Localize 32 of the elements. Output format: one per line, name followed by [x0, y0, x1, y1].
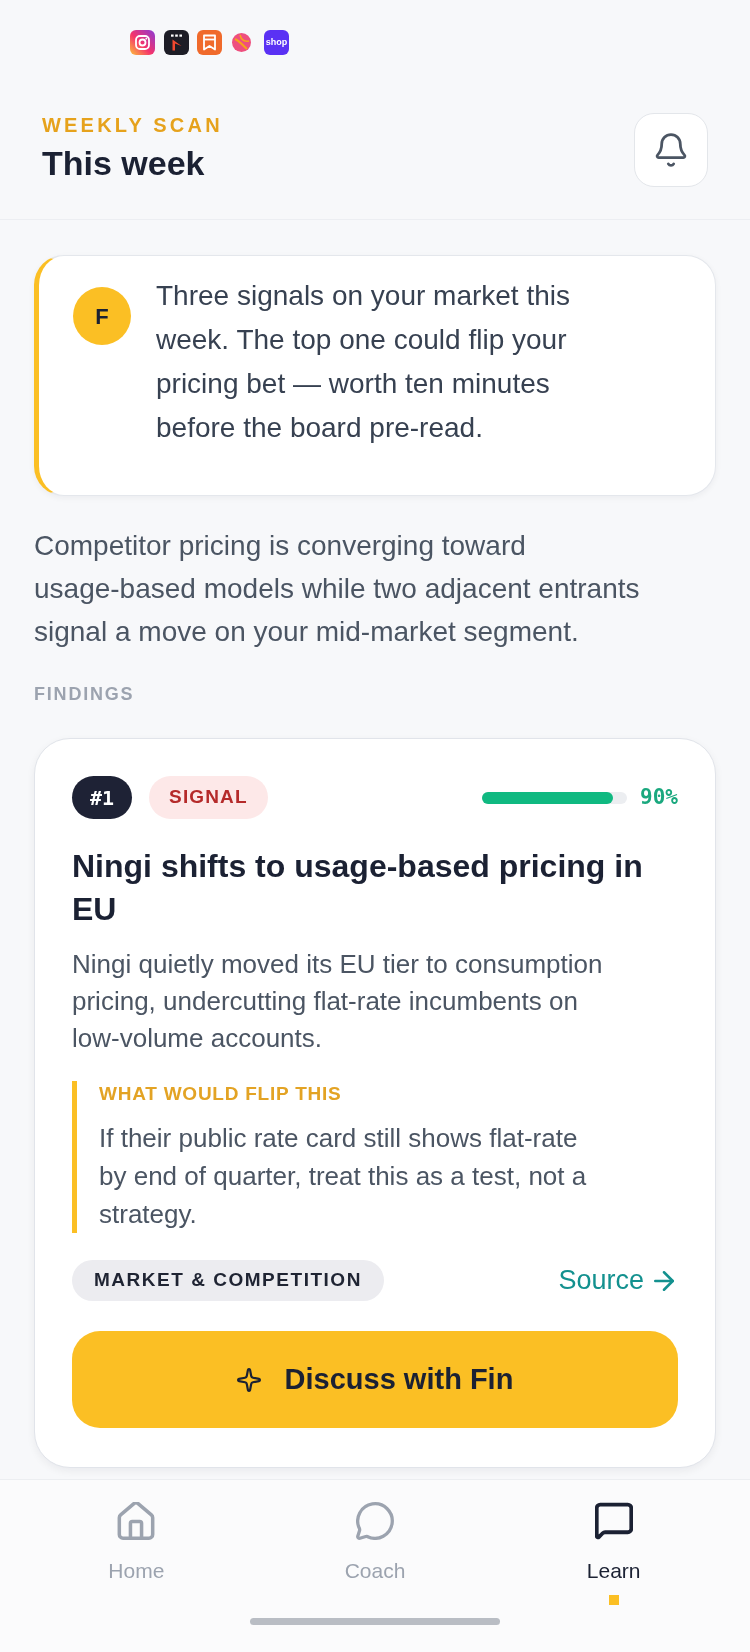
bookmark-app-icon: [197, 30, 222, 55]
camera-app-icon: [130, 30, 155, 55]
sparkle-icon: [236, 1367, 261, 1392]
flip-text: If their public rate card still shows flat-rate by end of quarter, treat this as a test, not a strategy.: [99, 1122, 588, 1231]
nav-tab[interactable]: Coach: [338, 1502, 412, 1584]
page-title: This week: [42, 143, 206, 183]
flip-label: WHAT WOULD FLIP THIS: [99, 1082, 342, 1106]
shop-app-icon: shop: [264, 30, 289, 55]
eyebrow-label: WEEKLY SCAN: [42, 113, 223, 137]
finding-title: Ningi shifts to usage-based pricing in EU: [72, 847, 644, 929]
category-badge: SIGNAL: [149, 776, 268, 819]
arrow-right-icon: [654, 1270, 674, 1291]
active-indicator-icon: [608, 1595, 619, 1605]
square-chat-icon: [594, 1502, 633, 1540]
rank-badge: #1: [72, 776, 133, 819]
avatar: F: [73, 287, 131, 345]
chat-bubble-icon: [356, 1502, 394, 1540]
notifications-button[interactable]: [634, 113, 708, 187]
coach-note-text: Three signals on your market this week. The top one could flip your pricing bet — worth ten minutes before the board pre-read.: [156, 279, 571, 445]
play-app-icon: [164, 30, 189, 55]
discuss-button[interactable]: Discuss with Fin: [72, 1331, 678, 1428]
bell-icon: [654, 133, 688, 167]
nav-tab[interactable]: Learn: [580, 1502, 647, 1605]
home-icon: [117, 1502, 156, 1540]
ball-app-icon: [232, 33, 251, 52]
source-link[interactable]: Source: [558, 1260, 674, 1301]
finding-description: Ningi quietly moved its EU tier to consumption pricing, undercutting flat-rate incumbents on low-volume accounts.: [72, 948, 604, 1055]
section-label: FINDINGS: [34, 684, 135, 704]
topic-tag: MARKET & COMPETITION: [72, 1260, 384, 1301]
summary-text: Competitor pricing is converging toward usage-based models while two adjacent entrants signal a move on your mid-market segment.: [34, 529, 641, 649]
confidence-value: 90%: [640, 783, 678, 811]
nav-tab[interactable]: Home: [102, 1502, 171, 1584]
